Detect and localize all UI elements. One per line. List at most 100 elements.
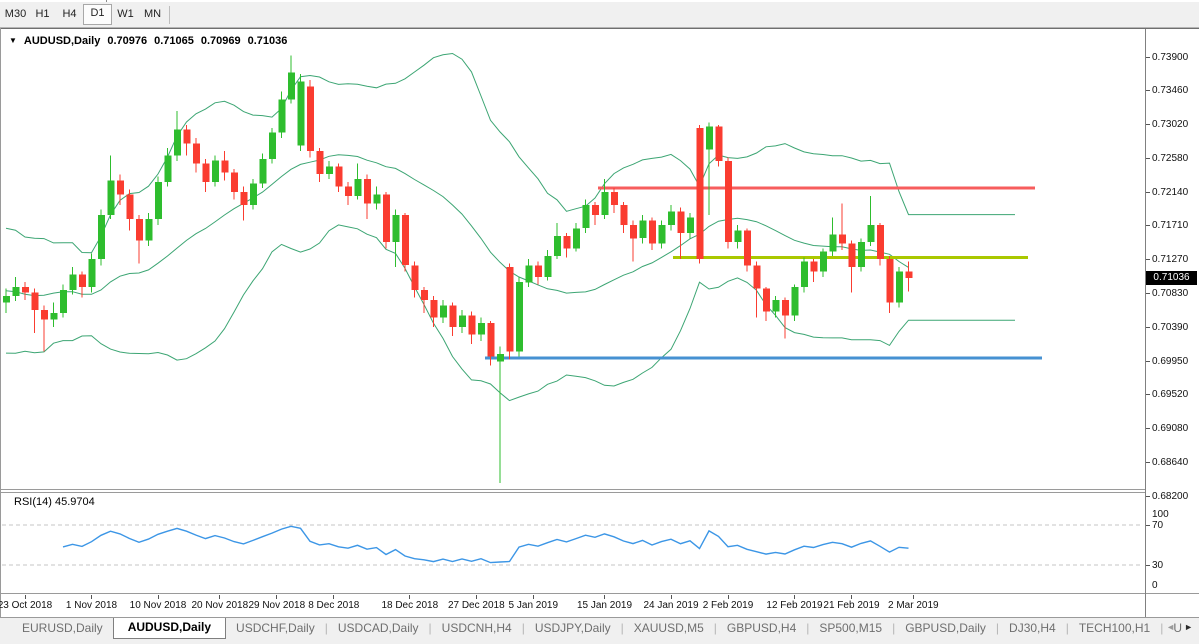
rsi-chart-canvas[interactable] [0, 493, 1145, 593]
chart-tab-dj30-h4[interactable]: DJ30,H4 [999, 618, 1066, 635]
price-axis-tick [1146, 124, 1150, 125]
main-chart-canvas[interactable] [0, 30, 1145, 489]
candle-body [535, 265, 542, 277]
date-axis-tick [794, 595, 795, 599]
date-axis-tick [728, 595, 729, 599]
chart-tab-usdjpy-daily[interactable]: USDJPY,Daily [525, 618, 621, 635]
chart-tab-audusd-daily[interactable]: AUDUSD,Daily [113, 617, 226, 639]
timeframe-button-h4[interactable]: H4 [56, 5, 83, 24]
price-axis-tick [1146, 327, 1150, 328]
price-axis-label: 0.68200 [1152, 491, 1198, 502]
chart-tab-usdcnh-h4[interactable]: USDCNH,H4 [432, 618, 522, 635]
rsi-line [63, 526, 909, 562]
candle-body [231, 173, 238, 192]
candle-body [868, 225, 875, 242]
price-axis-label: 0.72580 [1152, 153, 1198, 164]
rsi-axis-label: 100 [1152, 509, 1192, 520]
price-axis-label: 0.69080 [1152, 423, 1198, 434]
timeframe-button-m30[interactable]: M30 [2, 5, 29, 24]
chart-tab-usdcad-daily[interactable]: USDCAD,Daily [328, 618, 429, 635]
candle-body [497, 354, 504, 362]
chart-tab-gbpusd-daily[interactable]: GBPUSD,Daily [895, 618, 996, 635]
chart-tab-xauusd-m5[interactable]: XAUUSD,M5 [624, 618, 714, 635]
candle-body [630, 225, 637, 238]
candle-body [307, 86, 314, 151]
date-axis-tick [851, 595, 852, 599]
candle-body [440, 305, 447, 317]
price-axis-label: 0.70830 [1152, 288, 1198, 299]
candle-body [858, 242, 865, 267]
chart-tab-usdchf-daily[interactable]: USDCHF,Daily [226, 618, 325, 635]
candle-body [830, 234, 837, 251]
candle-body [222, 160, 229, 172]
candle-body [184, 130, 191, 144]
candle-body [668, 211, 675, 225]
chart-tab-eurusd-daily[interactable]: EURUSD,Daily [12, 618, 113, 635]
candle-body [592, 205, 599, 215]
date-axis-tick [409, 595, 410, 599]
price-axis-tick [1146, 496, 1150, 497]
candle-body [279, 99, 286, 132]
price-axis-label: 0.68640 [1152, 457, 1198, 468]
rsi-indicator-label: RSI(14) 45.9704 [14, 496, 95, 508]
terminal-window: M30H1H4D1W1MN ▼ AUDUSD,Daily 0.70976 0.7… [0, 0, 1199, 644]
candle-body [564, 236, 571, 248]
price-axis-tick [1146, 293, 1150, 294]
price-axis-tick [1146, 394, 1150, 395]
candle-body [13, 287, 20, 296]
candle-body [317, 151, 324, 174]
rsi-axis-tick [1146, 525, 1150, 526]
candle-body [345, 187, 352, 196]
candle-body [127, 194, 134, 219]
bollinger-band-line [6, 54, 1015, 253]
candle-body [383, 194, 390, 242]
date-axis-label: 21 Feb 2019 [819, 600, 885, 611]
collapse-triangle-icon[interactable]: ▼ [9, 36, 17, 46]
date-axis-tick [671, 595, 672, 599]
candle-body [288, 72, 295, 99]
candle-body [155, 182, 162, 219]
current-price-tag: 0.71036 [1146, 271, 1197, 285]
price-axis-tick [1146, 57, 1150, 58]
tab-scroll-right-icon[interactable]: ► [1184, 622, 1193, 632]
date-axis-label: 15 Jan 2019 [572, 600, 638, 611]
timeframe-button-h1[interactable]: H1 [29, 5, 56, 24]
candle-body [32, 292, 39, 310]
price-axis-label: 0.73020 [1152, 119, 1198, 130]
candle-body [706, 126, 713, 149]
candle-body [849, 244, 856, 267]
timeframe-toolbar: M30H1H4D1W1MN [0, 2, 1199, 28]
chart-tab-gbpusd-h4[interactable]: GBPUSD,H4 [717, 618, 806, 635]
date-axis-label: 1 Nov 2018 [59, 600, 125, 611]
candle-body [165, 156, 172, 182]
price-axis-divider [1145, 29, 1146, 617]
date-axis-tick [476, 595, 477, 599]
candle-body [355, 179, 362, 196]
candle-body [41, 310, 48, 319]
candle-body [374, 194, 381, 203]
candle-body [89, 259, 96, 287]
candle-body [725, 161, 732, 242]
timeframe-button-d1[interactable]: D1 [83, 4, 112, 25]
toolbar-separator [169, 6, 170, 24]
chart-tab-sp500-m15[interactable]: SP500,M15 [809, 618, 892, 635]
candle-body [811, 261, 818, 271]
ohlc-low: 0.70969 [201, 35, 241, 47]
chart-tab-tech100-h1[interactable]: TECH100,H1 [1069, 618, 1160, 635]
tab-scroll-left-icon[interactable]: ◄ [1166, 622, 1175, 632]
price-axis-label: 0.72140 [1152, 187, 1198, 198]
candle-body [621, 205, 628, 225]
candle-body [526, 265, 533, 282]
splitter-line [0, 489, 1145, 490]
candle-body [269, 133, 276, 159]
candle-body [877, 225, 884, 259]
timeframe-button-w1[interactable]: W1 [112, 5, 139, 24]
price-axis-label: 0.73460 [1152, 85, 1198, 96]
candle-body [174, 130, 181, 156]
candle-body [782, 300, 789, 315]
candle-body [697, 128, 704, 259]
candle-body [22, 287, 29, 292]
rsi-axis-tick [1146, 565, 1150, 566]
date-axis-tick [913, 595, 914, 599]
timeframe-button-mn[interactable]: MN [139, 5, 166, 24]
